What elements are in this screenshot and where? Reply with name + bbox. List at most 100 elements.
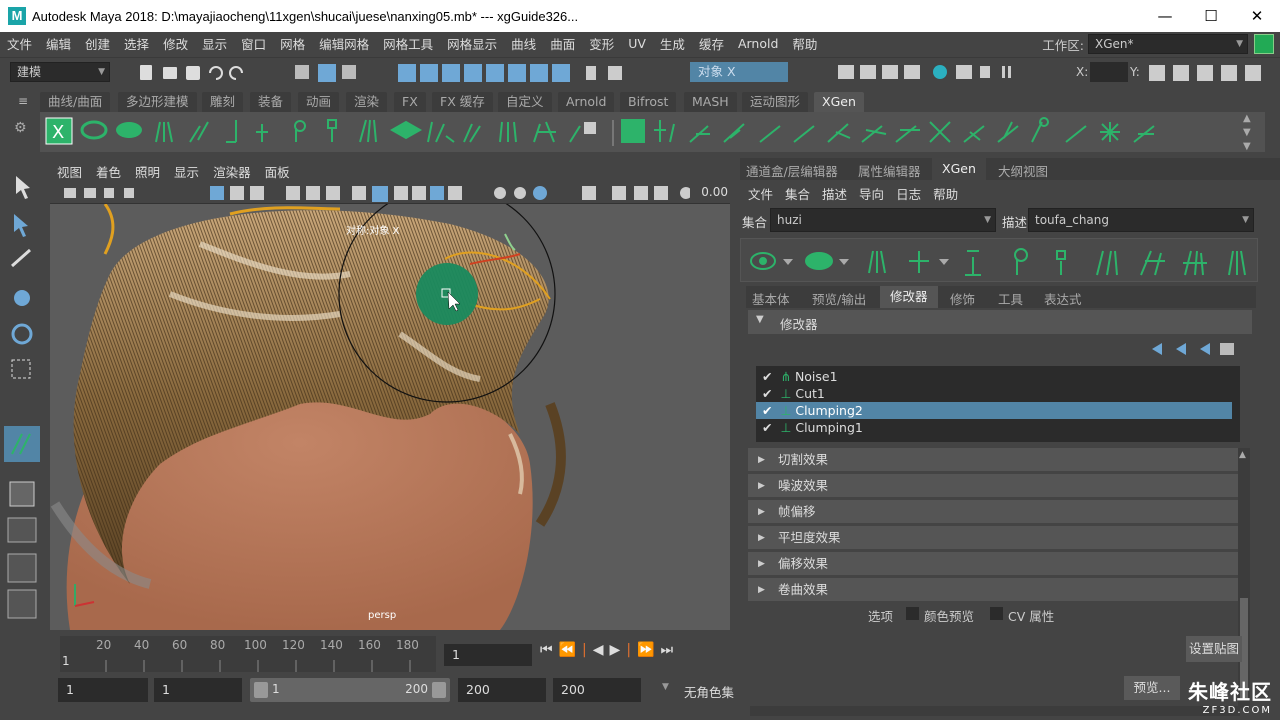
shelf-tab-custom[interactable]: 自定义 — [498, 92, 552, 112]
list-item[interactable]: ✔ ⋔ Noise1 — [756, 368, 1232, 385]
shelf-tab-rendering[interactable]: 渲染 — [346, 92, 388, 112]
modifier-action-icons[interactable] — [1148, 340, 1238, 358]
section-cut-effect[interactable]: 切割效果 — [748, 448, 1238, 472]
chevron-down-icon[interactable]: ▼ — [662, 682, 669, 692]
scroll-up-icon[interactable]: ▲ — [1239, 450, 1246, 460]
range-start-field[interactable]: 1 — [58, 678, 148, 702]
subtab-primitives[interactable]: 基本体 — [752, 289, 790, 308]
render-tool-icons[interactable] — [830, 62, 1050, 84]
menu-mesh-tools[interactable]: 网格工具 — [376, 34, 440, 53]
tab-outliner[interactable]: 大纲视图 — [998, 161, 1048, 180]
menu-deform[interactable]: 变形 — [582, 34, 621, 53]
range-end-field[interactable]: 200 — [458, 678, 546, 702]
tab-xgen[interactable]: XGen — [932, 158, 986, 180]
range-slider-start-handle[interactable] — [254, 682, 268, 698]
vp-menu-panels[interactable]: 面板 — [258, 162, 297, 181]
perspective-viewport[interactable]: 视图 着色 照明 显示 渲染器 面板 0.00 对称:对象 X persp — [50, 160, 730, 630]
menu-uv[interactable]: UV — [621, 36, 653, 51]
workspace-dropdown[interactable]: XGen* ▼ — [1088, 34, 1248, 54]
menu-display[interactable]: 显示 — [195, 34, 234, 53]
shelf-tab-fx[interactable]: FX — [394, 92, 426, 112]
preview-button[interactable]: 预览... — [1124, 676, 1180, 700]
xgen-menu-log[interactable]: 日志 — [896, 184, 933, 203]
range-slider[interactable]: 1 200 — [250, 678, 450, 702]
menu-curves[interactable]: 曲线 — [504, 34, 543, 53]
menu-help[interactable]: 帮助 — [785, 34, 824, 53]
shelf-tab-bifrost[interactable]: Bifrost — [620, 92, 677, 112]
menu-generate[interactable]: 生成 — [653, 34, 692, 53]
section-flatness-effect[interactable]: 平坦度效果 — [748, 526, 1238, 550]
character-set-label[interactable]: 无角色集 — [684, 682, 734, 701]
symmetry-field[interactable]: 对象 X — [690, 62, 788, 82]
range-slider-end-handle[interactable] — [432, 682, 446, 698]
tab-channel-box[interactable]: 通道盒/层编辑器 — [746, 161, 838, 180]
lock-icon[interactable] — [1254, 34, 1274, 54]
description-dropdown[interactable]: toufa_chang ▼ — [1028, 208, 1254, 232]
menu-windows[interactable]: 窗口 — [234, 34, 273, 53]
tab-attribute-editor[interactable]: 属性编辑器 — [858, 161, 921, 180]
menu-mesh-display[interactable]: 网格显示 — [440, 34, 504, 53]
menu-modify[interactable]: 修改 — [156, 34, 195, 53]
shelf-tab-sculpt[interactable]: 雕刻 — [202, 92, 244, 112]
color-preview-checkbox[interactable] — [906, 607, 919, 620]
xgen-shelf-icons[interactable]: X — [40, 112, 1265, 152]
menu-edit-mesh[interactable]: 编辑网格 — [312, 34, 376, 53]
anim-end-field[interactable]: 200 — [553, 678, 641, 702]
toolbox-icons[interactable] — [0, 158, 46, 628]
menu-arnold[interactable]: Arnold — [731, 36, 785, 51]
subtab-preview-output[interactable]: 预览/输出 — [812, 289, 866, 308]
shelf-tab-rigging[interactable]: 装备 — [250, 92, 292, 112]
menu-edit[interactable]: 编辑 — [39, 34, 78, 53]
xgen-menu-collection[interactable]: 集合 — [785, 184, 822, 203]
menu-set-dropdown[interactable]: 建模 ▼ — [10, 62, 110, 82]
menu-cache[interactable]: 缓存 — [692, 34, 731, 53]
shelf-tab-motion-graphics[interactable]: 运动图形 — [742, 92, 809, 112]
cv-attr-checkbox[interactable] — [990, 607, 1003, 620]
menu-surfaces[interactable]: 曲面 — [543, 34, 582, 53]
horizontal-scrollbar[interactable] — [750, 706, 1240, 716]
vp-menu-lighting[interactable]: 照明 — [128, 162, 167, 181]
modifier-section-header[interactable]: ▼ 修改器 — [748, 310, 1252, 334]
section-frame-offset[interactable]: 帧偏移 — [748, 500, 1238, 524]
viewport-tool-icons[interactable] — [50, 182, 692, 204]
menu-file[interactable]: 文件 — [0, 34, 39, 53]
timeline-track[interactable]: 1 20 40 60 80 100 120 140 160 180 — [60, 636, 436, 672]
shelf-tab-mash[interactable]: MASH — [684, 92, 737, 112]
xgen-menu-description[interactable]: 描述 — [822, 184, 859, 203]
xgen-menu-help[interactable]: 帮助 — [933, 184, 970, 203]
menu-select[interactable]: 选择 — [117, 34, 156, 53]
viewport-scene[interactable]: 对称:对象 X persp — [50, 185, 730, 630]
vp-menu-renderer[interactable]: 渲染器 — [206, 162, 258, 181]
vp-menu-show[interactable]: 显示 — [167, 162, 206, 181]
panel-toggle-icons[interactable] — [1145, 62, 1280, 84]
shelf-tab-curves[interactable]: 曲线/曲面 — [40, 92, 111, 112]
menu-create[interactable]: 创建 — [78, 34, 117, 53]
vp-menu-shading[interactable]: 着色 — [89, 162, 128, 181]
list-item[interactable]: ✔ ⊥ Clumping1 — [756, 419, 1232, 436]
minimize-button[interactable]: — — [1142, 0, 1188, 32]
close-button[interactable]: ✕ — [1234, 0, 1280, 32]
shelf-scroll-arrows[interactable]: ▲ ▼ ▼ — [1243, 112, 1251, 154]
checkbox-icon[interactable]: ✔ — [762, 403, 772, 418]
checkbox-icon[interactable]: ✔ — [762, 369, 772, 384]
shelf-tab-arnold[interactable]: Arnold — [558, 92, 615, 112]
xgen-menu-guides[interactable]: 导向 — [859, 184, 896, 203]
checkbox-icon[interactable]: ✔ — [762, 386, 772, 401]
current-frame-field[interactable]: 1 — [444, 644, 532, 666]
subtab-expressions[interactable]: 表达式 — [1044, 289, 1082, 308]
section-offset-effect[interactable]: 偏移效果 — [748, 552, 1238, 576]
playback-controls[interactable]: ⏮⏪|◀▶|⏩⏭ — [540, 642, 679, 658]
list-item-selected[interactable]: ✔ ⊥ Clumping2 — [756, 402, 1232, 419]
scrollbar[interactable]: ▲ — [1238, 448, 1250, 708]
maximize-button[interactable]: ☐ — [1188, 0, 1234, 32]
checkbox-icon[interactable]: ✔ — [762, 420, 772, 435]
section-curl-effect[interactable]: 卷曲效果 — [748, 578, 1238, 602]
x-input[interactable] — [1090, 62, 1128, 82]
subtab-modifiers[interactable]: 修改器 — [880, 286, 938, 308]
menu-mesh[interactable]: 网格 — [273, 34, 312, 53]
shelf-gear-icon[interactable]: ⚙ — [14, 120, 27, 136]
xgen-tool-icons[interactable] — [741, 239, 1259, 283]
shelf-tab-poly[interactable]: 多边形建模 — [118, 92, 197, 112]
subtab-grooming[interactable]: 修饰 — [950, 289, 975, 308]
collection-dropdown[interactable]: huzi ▼ — [770, 208, 996, 232]
